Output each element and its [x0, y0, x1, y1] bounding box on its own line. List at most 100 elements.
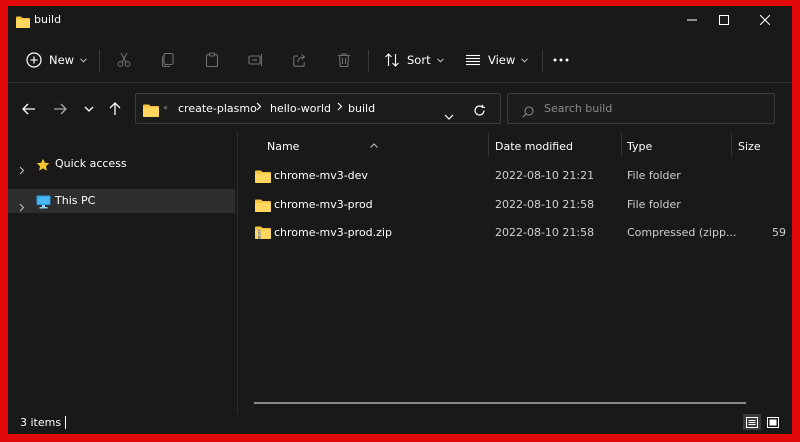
back-button[interactable]	[16, 98, 42, 120]
minimize-icon	[687, 19, 697, 21]
view-list-icon	[466, 54, 480, 66]
breadcrumb-overflow[interactable]: «	[163, 103, 168, 112]
chevron-down-icon	[436, 57, 444, 63]
file-date: 2022-08-10 21:58	[495, 226, 595, 239]
toolbar-divider	[542, 50, 543, 72]
thumbnails-view-icon	[767, 416, 779, 428]
file-row[interactable]: chrome-mv3-prod 2022-08-10 21:58 File fo…	[248, 192, 792, 218]
file-name: chrome-mv3-prod.zip	[274, 226, 392, 239]
rename-button[interactable]	[248, 40, 264, 80]
column-divider[interactable]	[488, 133, 489, 157]
search-icon	[522, 103, 534, 122]
star-icon	[36, 157, 50, 176]
refresh-button[interactable]	[473, 102, 486, 121]
breadcrumb-item[interactable]: hello-world	[270, 102, 331, 115]
rename-icon	[248, 54, 263, 66]
status-divider	[65, 416, 66, 429]
chevron-right-icon	[337, 101, 343, 114]
maximize-icon	[719, 15, 729, 25]
chevron-down-icon	[444, 114, 454, 120]
more-options-button[interactable]	[553, 40, 569, 80]
arrow-left-icon	[22, 103, 35, 115]
nav-item-quick-access[interactable]: Quick access	[8, 152, 235, 176]
breadcrumb-item[interactable]: create-plasmo	[178, 102, 257, 115]
search-input[interactable]: Search build	[507, 93, 775, 124]
folder-icon	[255, 168, 271, 187]
folder-icon	[255, 197, 271, 216]
copy-icon	[161, 52, 174, 68]
clipboard-icon	[205, 52, 219, 68]
folder-icon	[16, 13, 30, 32]
nav-item-this-pc[interactable]: This PC	[8, 189, 235, 213]
breadcrumb-item[interactable]: build	[348, 102, 375, 115]
more-dots-icon	[553, 58, 569, 62]
file-date: 2022-08-10 21:21	[495, 169, 595, 182]
forward-button[interactable]	[47, 98, 73, 120]
scissors-icon	[117, 52, 131, 67]
column-divider[interactable]	[731, 133, 732, 157]
arrow-up-icon	[109, 102, 121, 115]
toolbar-divider-line	[8, 82, 792, 83]
file-name: chrome-mv3-prod	[274, 198, 373, 211]
up-button[interactable]	[102, 98, 128, 120]
new-button[interactable]: New	[26, 40, 87, 80]
share-button[interactable]	[292, 40, 308, 80]
view-button[interactable]: View	[465, 40, 529, 80]
maximize-button[interactable]	[704, 6, 744, 34]
sort-label: Sort	[407, 53, 431, 67]
cut-button[interactable]	[116, 40, 132, 80]
delete-button[interactable]	[336, 40, 352, 80]
copy-button[interactable]	[160, 40, 176, 80]
details-view-button[interactable]	[743, 414, 761, 430]
chevron-right-icon[interactable]	[19, 197, 25, 216]
nav-label: Quick access	[55, 157, 127, 170]
file-row[interactable]: chrome-mv3-dev 2022-08-10 21:21 File fol…	[248, 163, 792, 189]
chevron-down-icon	[521, 57, 529, 63]
file-row[interactable]: chrome-mv3-prod.zip 2022-08-10 21:58 Com…	[248, 220, 792, 246]
address-bar[interactable]: « create-plasmo hello-world build	[135, 93, 501, 124]
sort-ascending-icon	[370, 133, 378, 152]
command-bar: New Sort View	[8, 40, 792, 80]
thumbnails-view-button[interactable]	[764, 414, 782, 430]
horizontal-scrollbar[interactable]	[254, 402, 746, 404]
close-icon	[760, 15, 770, 25]
column-header-type[interactable]: Type	[627, 140, 652, 153]
toolbar-divider	[99, 50, 100, 72]
chevron-down-icon	[84, 106, 94, 112]
chevron-right-icon	[256, 101, 262, 114]
file-type: Compressed (zipp...	[627, 226, 737, 239]
chevron-right-icon[interactable]	[19, 160, 25, 179]
close-button[interactable]	[745, 6, 785, 34]
zip-folder-icon	[255, 225, 271, 244]
paste-button[interactable]	[204, 40, 220, 80]
column-divider[interactable]	[621, 133, 622, 157]
file-type: File folder	[627, 198, 681, 211]
chevron-down-icon	[80, 57, 87, 63]
navigation-pane: Quick access This PC	[8, 132, 237, 402]
status-item-count: 3 items	[20, 416, 62, 429]
column-header-size[interactable]: Size	[738, 140, 761, 153]
address-history-button[interactable]	[444, 106, 454, 125]
file-date: 2022-08-10 21:58	[495, 198, 595, 211]
arrow-right-icon	[54, 103, 67, 115]
file-type: File folder	[627, 169, 681, 182]
pane-divider	[237, 132, 238, 414]
folder-icon	[143, 102, 159, 121]
monitor-icon	[36, 194, 51, 213]
details-view-icon	[746, 416, 758, 428]
sort-icon	[385, 53, 399, 67]
explorer-window: build New Sort View « create-plasmo hell…	[8, 6, 792, 434]
share-icon	[293, 54, 306, 67]
plus-circle-icon	[26, 52, 42, 68]
trash-icon	[338, 53, 350, 68]
column-header-name[interactable]: Name	[267, 140, 299, 153]
column-header-date[interactable]: Date modified	[495, 140, 573, 153]
file-size: 59	[772, 226, 786, 239]
title-bar: build	[8, 6, 792, 34]
recent-locations-button[interactable]	[76, 98, 102, 120]
file-name: chrome-mv3-dev	[274, 169, 368, 182]
view-label: View	[488, 53, 516, 67]
search-placeholder: Search build	[544, 102, 613, 115]
sort-button[interactable]: Sort	[384, 40, 444, 80]
toolbar-divider	[368, 50, 369, 72]
